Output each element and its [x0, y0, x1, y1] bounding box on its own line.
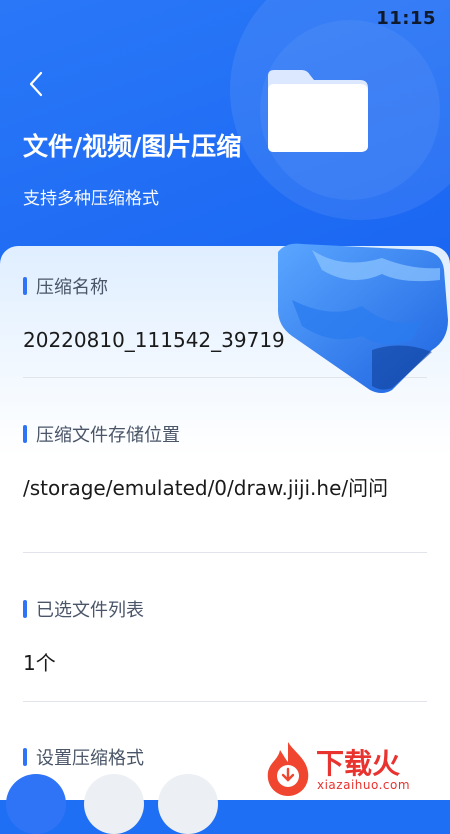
format-option[interactable] — [6, 774, 66, 834]
divider — [23, 552, 427, 553]
format-label: 设置压缩格式 — [36, 748, 144, 769]
format-option[interactable] — [158, 774, 218, 834]
folder-icon — [268, 70, 368, 152]
back-button[interactable] — [22, 68, 50, 100]
format-option[interactable] — [84, 774, 144, 834]
cube-illustration — [278, 243, 448, 393]
name-label: 压缩名称 — [36, 277, 108, 298]
section-marker — [23, 748, 27, 766]
chevron-left-icon — [29, 71, 43, 97]
path-field[interactable]: /storage/emulated/0/draw.jiji.he/问问 — [23, 474, 427, 502]
flame-icon — [267, 742, 309, 796]
divider — [23, 701, 427, 702]
section-marker — [23, 600, 27, 618]
page-title: 文件/视频/图片压缩 — [23, 132, 242, 161]
files-count[interactable]: 1个 — [23, 649, 427, 677]
header-banner: 11:15 文件/视频/图片压缩 支持多种压缩格式 — [0, 0, 450, 270]
section-marker — [23, 425, 27, 443]
page-subtitle: 支持多种压缩格式 — [23, 189, 159, 209]
watermark-logo: 下载火 xiazaihuo.com — [262, 738, 450, 800]
files-label: 已选文件列表 — [36, 600, 144, 621]
path-label: 压缩文件存储位置 — [36, 425, 180, 446]
section-marker — [23, 277, 27, 295]
status-time: 11:15 — [376, 8, 436, 29]
watermark-subtext: xiazaihuo.com — [317, 778, 411, 792]
watermark-text: 下载火 — [316, 747, 401, 780]
path-section: 压缩文件存储位置 /storage/emulated/0/draw.jiji.h… — [23, 422, 427, 502]
files-section: 已选文件列表 1个 — [23, 597, 427, 677]
